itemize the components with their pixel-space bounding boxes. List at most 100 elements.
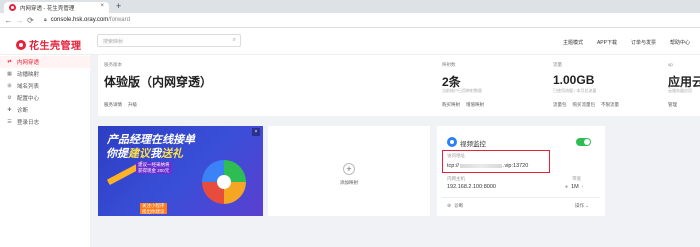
promo-text: 我 [150, 148, 161, 160]
access-address-prefix: tcp:// [447, 163, 459, 169]
logo-icon [16, 39, 26, 50]
access-address-suffix: .vip:13720 [502, 163, 529, 169]
plus-icon[interactable]: + [343, 163, 355, 175]
domain-icon: ⊞ [7, 83, 12, 89]
promo-text: 你提 [106, 148, 128, 160]
nav-theme-mode[interactable]: 主题模式 [563, 39, 583, 46]
camera-icon [447, 137, 457, 147]
chevron-right-icon[interactable]: › [582, 184, 584, 190]
sidebar-item-config-center[interactable]: ⚙ 配置中心 [0, 92, 90, 104]
intranet-host-label: 内网主机 [447, 176, 465, 181]
brand-logo[interactable]: 花生壳管理 [16, 37, 82, 52]
promo-banner[interactable]: 产品经理在线接单 你提建议我送礼 × 建议一经采纳将 获得现金 200元 关注小… [98, 126, 263, 216]
promo-subheadline: 你提建议我送礼 [106, 145, 183, 161]
redacted-address [459, 163, 502, 168]
nav-orders-invoices[interactable]: 订单与发票 [631, 39, 656, 46]
stat-sub: 已使用流量 / 本月总流量 [553, 88, 597, 93]
url-host: console.hsk.oray.com [50, 17, 109, 23]
top-nav: 主题模式 APP下载 订单与发票 帮助中心 [563, 39, 690, 46]
buy-traffic-pack-link[interactable]: 购买流量包 [573, 102, 596, 108]
traffic-pack-link[interactable]: 流量包 [553, 102, 567, 108]
manage-link[interactable]: 管理 [668, 102, 677, 108]
stat-sub: 当前账户已用映射数量 [442, 88, 482, 93]
promo-footer-line: 关注小程序 [142, 203, 165, 208]
sidebar-item-diagnosis[interactable]: ✚ 诊断 [0, 104, 90, 116]
promo-highlight: 送礼 [161, 148, 183, 160]
stat-label: vp [668, 62, 673, 67]
stat-label: 服务版本 [104, 62, 122, 67]
site-favicon-icon [9, 4, 16, 11]
sidebar-item-login-log[interactable]: ☰ 登录日志 [0, 116, 90, 128]
url-input[interactable]: 🔒︎ console.hsk.oray.com/forward [44, 17, 130, 23]
search-icon[interactable]: ⌕ [233, 37, 236, 44]
nav-help-center[interactable]: 帮助中心 [670, 39, 690, 46]
stat-links: 流量包 购买流量包 不限流量 [553, 102, 619, 108]
log-icon: ☰ [7, 119, 12, 125]
diagnose-icon: ⊕ [447, 203, 452, 209]
sidebar: ⇄ 内网穿透 ▦ 动播映射 ⊞ 域名列表 ⚙ 配置中心 ✚ 诊断 ☰ 登录日志 [0, 55, 90, 247]
nav-app-download[interactable]: APP下载 [597, 39, 617, 46]
add-mapping-label: 添加映射 [340, 180, 358, 185]
close-icon[interactable]: × [252, 128, 260, 136]
sidebar-item-label: 内网穿透 [17, 60, 40, 66]
upgrade-link[interactable]: 升级 [128, 102, 137, 108]
sidebar-item-label: 动播映射 [17, 72, 40, 78]
divider [442, 197, 600, 198]
search-input[interactable]: 搜索映射 ⌕ [97, 34, 241, 47]
promo-footer: 关注小程序 提出你建议 [140, 203, 167, 214]
mapping-card: 视频监控 访问地址 tcp:// .vip:13720 内网主机 带宽 192.1… [437, 126, 605, 216]
bandwidth-value: 1M [571, 184, 579, 190]
promo-footer-line: 提出你建议 [142, 208, 165, 214]
browser-tab-bar: 内网穿透 - 花生壳管理 × + [0, 0, 700, 13]
add-mapping-card[interactable]: + 添加映射 [268, 126, 430, 216]
operations-dropdown[interactable]: 操作 ⌄ [575, 203, 589, 209]
sidebar-item-label: 登录日志 [17, 120, 40, 126]
forward-button[interactable]: → [14, 16, 25, 25]
diagnose-button[interactable]: ⊕ 诊断 [447, 203, 463, 209]
sidebar-item-label: 域名列表 [17, 84, 40, 90]
address-bar: ← → ⟳ 🔒︎ console.hsk.oray.com/forward [0, 13, 700, 28]
buy-mapping-link[interactable]: 购买映射 [442, 102, 460, 108]
sidebar-item-label: 诊断 [17, 108, 29, 114]
promo-banner-image: 产品经理在线接单 你提建议我送礼 × 建议一经采纳将 获得现金 200元 关注小… [98, 126, 263, 216]
mapping-title: 视频监控 [460, 141, 486, 148]
bandwidth-label: 带宽 [572, 176, 581, 181]
new-tab-button[interactable]: + [116, 1, 121, 11]
sidebar-item-intranet-penetration[interactable]: ⇄ 内网穿透 [0, 56, 90, 68]
promo-tag: 获得现金 200元 [136, 168, 172, 174]
diagnose-label: 诊断 [454, 203, 464, 208]
tab-title: 内网穿透 - 花生壳管理 [20, 5, 75, 12]
gear-icon: ⚙ [7, 95, 12, 101]
grid-icon: ▦ [7, 71, 12, 77]
stat-sub: 云服务器应用 [668, 88, 692, 93]
stat-links: 服务详情 升级 [104, 102, 137, 108]
bandwidth-value-group: ● 1M › [562, 184, 586, 190]
stat-value: 1.00GB [553, 73, 595, 87]
sidebar-item-label: 配置中心 [17, 96, 40, 102]
access-address-value[interactable]: tcp:// .vip:13720 [447, 163, 528, 169]
url-path: /forward [108, 17, 130, 23]
intranet-host-value: 192.168.2.100:8000 [447, 184, 496, 190]
promo-highlight: 建议 [128, 148, 150, 160]
promo-tags: 建议一经采纳将 获得现金 200元 [136, 162, 172, 174]
stat-links: 管理 [668, 102, 677, 108]
account-stats-panel: 服务版本 体验版（内网穿透） 服务详情 升级 映射数 2条 当前账户已用映射数量… [98, 55, 700, 116]
reload-button[interactable]: ⟳ [25, 16, 36, 25]
tab-close-icon[interactable]: × [100, 3, 104, 9]
back-button[interactable]: ← [3, 16, 14, 25]
lock-icon: 🔒︎ [44, 17, 47, 23]
sidebar-item-dynamic-mapping[interactable]: ▦ 动播映射 [0, 68, 90, 80]
traffic-icon: ● [565, 184, 569, 190]
access-address-label: 访问地址 [447, 153, 465, 158]
sidebar-item-domain-list[interactable]: ⊞ 域名列表 [0, 80, 90, 92]
swap-icon: ⇄ [7, 59, 12, 65]
service-details-link[interactable]: 服务详情 [104, 102, 122, 108]
stat-label: 映射数 [442, 62, 456, 67]
stat-label: 流量 [553, 62, 562, 67]
stat-links: 购买映射 增值映射 [442, 102, 484, 108]
extra-mapping-link[interactable]: 增值映射 [466, 102, 484, 108]
mapping-enable-toggle[interactable] [576, 138, 591, 146]
browser-tab[interactable]: 内网穿透 - 花生壳管理 × [4, 2, 109, 13]
diagnosis-icon: ✚ [7, 107, 12, 113]
unlimited-traffic-link[interactable]: 不限流量 [601, 102, 619, 108]
